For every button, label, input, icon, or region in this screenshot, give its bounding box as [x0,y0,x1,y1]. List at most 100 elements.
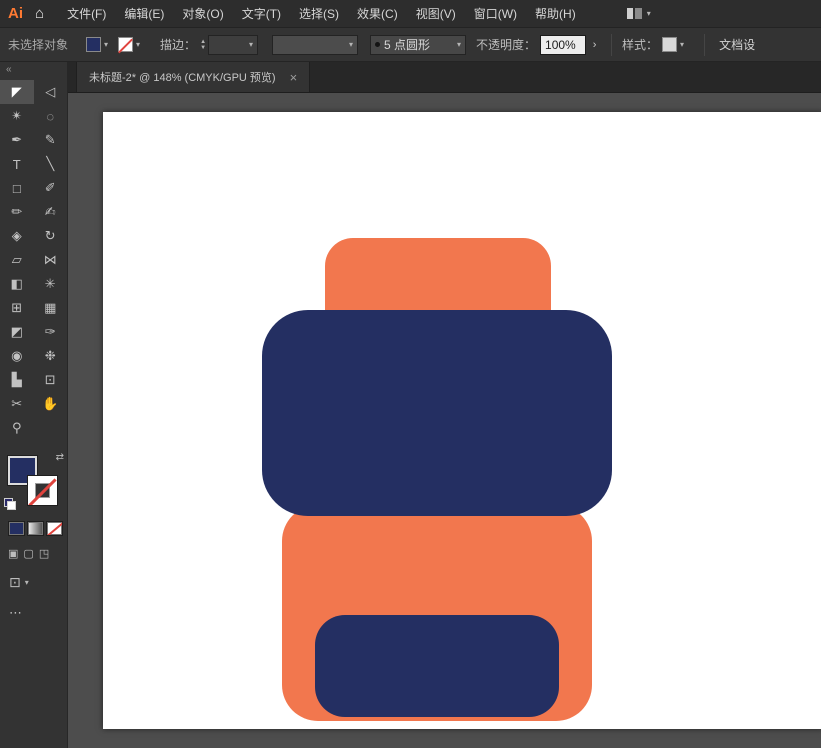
menu-view[interactable]: 视图(V) [407,0,465,28]
collapse-panel-icon[interactable]: « [0,62,67,80]
color-button[interactable] [9,522,24,535]
rectangle-tool[interactable]: □ [0,176,34,200]
menu-bar: Ai ⌂ 文件(F) 编辑(E) 对象(O) 文字(T) 选择(S) 效果(C)… [0,0,821,28]
blend-tool[interactable]: ◉ [0,344,34,368]
app-logo: Ai [0,5,33,22]
menu-effect[interactable]: 效果(C) [348,0,407,28]
width-profile-dropdown[interactable]: ▾ [272,35,358,55]
shaper-tool[interactable]: ✍ [34,200,68,224]
lasso-tool[interactable]: ◌ [34,104,68,128]
column-graph-tool[interactable]: ▙ [0,368,34,392]
symbol-sprayer-tool[interactable]: ❉ [34,344,68,368]
eyedropper-tool[interactable]: ✑ [34,320,68,344]
menu-object[interactable]: 对象(O) [173,0,232,28]
none-button[interactable] [47,522,62,535]
menu-file[interactable]: 文件(F) [58,0,115,28]
eraser-tool[interactable]: ◈ [0,224,34,248]
workspace-grid-icon [627,8,642,19]
opacity-input[interactable]: 100% [540,35,586,55]
width-tool[interactable]: ⋈ [34,248,68,272]
bag-front-pocket[interactable] [315,615,559,717]
direct-selection-tool[interactable]: ◁ [34,80,68,104]
artwork-layer [68,93,821,748]
default-fill-stroke-icon[interactable] [4,498,16,510]
main-area: « ◤◁✴◌✒✎T╲□✐✏✍◈↻▱⋈◧✳⊞▦◩✑◉❉▙⊡✂✋⚲ ⇄ ▣ ▢ ◳ [0,62,821,748]
chevron-down-icon: ▾ [25,579,29,587]
document-tab-title: 未标题-2* @ 148% (CMYK/GPU 预览) [89,69,276,85]
selection-tool[interactable]: ◤ [0,80,34,104]
line-segment-tool[interactable]: ╲ [34,152,68,176]
draw-normal-icon[interactable]: ▣ [8,547,18,560]
color-mode-buttons [9,522,67,535]
graphic-style-dropdown[interactable]: ▾ [662,37,684,52]
pencil-tool[interactable]: ✏ [0,200,34,224]
menu-type[interactable]: 文字(T) [233,0,290,28]
chevron-down-icon: ▾ [680,41,684,49]
style-swatch[interactable] [662,37,677,52]
selection-status: 未选择对象 [8,36,68,53]
perspective-grid-tool[interactable]: ⊞ [0,296,34,320]
bag-main-panel[interactable] [262,310,612,516]
magic-wand-tool[interactable]: ✴ [0,104,34,128]
workspace-switcher[interactable]: ▾ [627,8,651,19]
illustrator-window: Ai ⌂ 文件(F) 编辑(E) 对象(O) 文字(T) 选择(S) 效果(C)… [0,0,821,748]
swap-fill-stroke-icon[interactable]: ⇄ [56,452,64,463]
gradient-tool[interactable]: ◩ [0,320,34,344]
brush-definition-dropdown[interactable]: 5 点圆形 ▾ [370,35,466,55]
stroke-weight-label: 描边： [160,36,196,53]
document-tab-bar: 未标题-2* @ 148% (CMYK/GPU 预览) × [68,62,821,93]
style-label: 样式： [622,36,658,53]
zoom-tool[interactable]: ⚲ [0,416,34,440]
screen-mode-icon: ⊡ [9,574,21,591]
fill-color-picker[interactable]: ▾ [86,37,108,52]
menu-window[interactable]: 窗口(W) [465,0,526,28]
brush-preview-dot-icon [375,42,380,47]
pen-tool[interactable]: ✒ [0,128,34,152]
shape-builder-tool[interactable]: ◧ [0,272,34,296]
mesh-tool[interactable]: ▦ [34,296,68,320]
home-icon[interactable]: ⌂ [33,5,58,22]
menu-edit[interactable]: 编辑(E) [115,0,173,28]
screen-mode-button[interactable]: ⊡ ▾ [9,574,67,591]
divider [704,34,705,56]
stroke-weight-stepper[interactable]: ▲ ▼ [200,39,206,51]
stroke-none-swatch[interactable] [118,37,133,52]
hand-tool[interactable]: ✋ [34,392,68,416]
chevron-down-icon: ▾ [104,41,108,49]
draw-inside-icon[interactable]: ◳ [39,547,49,560]
tools-grid: ◤◁✴◌✒✎T╲□✐✏✍◈↻▱⋈◧✳⊞▦◩✑◉❉▙⊡✂✋⚲ [0,80,67,440]
document-tab[interactable]: 未标题-2* @ 148% (CMYK/GPU 预览) × [76,62,310,92]
opacity-panel-expander[interactable]: › [588,35,601,55]
chevron-down-icon: ▾ [249,41,253,49]
type-tool[interactable]: T [0,152,34,176]
draw-behind-icon[interactable]: ▢ [23,547,33,560]
puppet-warp-tool[interactable]: ✳ [34,272,68,296]
fill-swatch[interactable] [86,37,101,52]
chevron-down-icon: ▾ [349,41,353,49]
canvas[interactable] [68,93,821,748]
gradient-button[interactable] [28,522,43,535]
artboard-tool[interactable]: ⊡ [34,368,68,392]
menu-help[interactable]: 帮助(H) [526,0,585,28]
menu-select[interactable]: 选择(S) [290,0,348,28]
document-setup-button[interactable]: 文档设 [719,36,755,53]
none-slash-icon [28,478,56,505]
fill-stroke-indicator: ⇄ [6,452,64,510]
chevron-down-icon: ▾ [136,41,140,49]
opacity-value: 100% [545,38,576,52]
tools-panel: « ◤◁✴◌✒✎T╲□✐✏✍◈↻▱⋈◧✳⊞▦◩✑◉❉▙⊡✂✋⚲ ⇄ ▣ ▢ ◳ [0,62,68,748]
paintbrush-tool[interactable]: ✐ [34,176,68,200]
brush-name: 5 点圆形 [384,36,430,53]
slice-tool[interactable]: ✂ [0,392,34,416]
stroke-color-picker[interactable]: ▾ [118,37,140,52]
edit-toolbar-icon[interactable]: ⋯ [9,605,67,621]
scale-tool[interactable]: ▱ [0,248,34,272]
divider [611,34,612,56]
curvature-tool[interactable]: ✎ [34,128,68,152]
chevron-down-icon: ▾ [647,10,651,18]
stroke-weight-dropdown[interactable]: ▾ [208,35,258,55]
stroke-color-box[interactable] [28,476,57,505]
close-icon[interactable]: × [290,70,298,85]
stepper-down-icon[interactable]: ▼ [200,45,206,51]
rotate-tool[interactable]: ↻ [34,224,68,248]
